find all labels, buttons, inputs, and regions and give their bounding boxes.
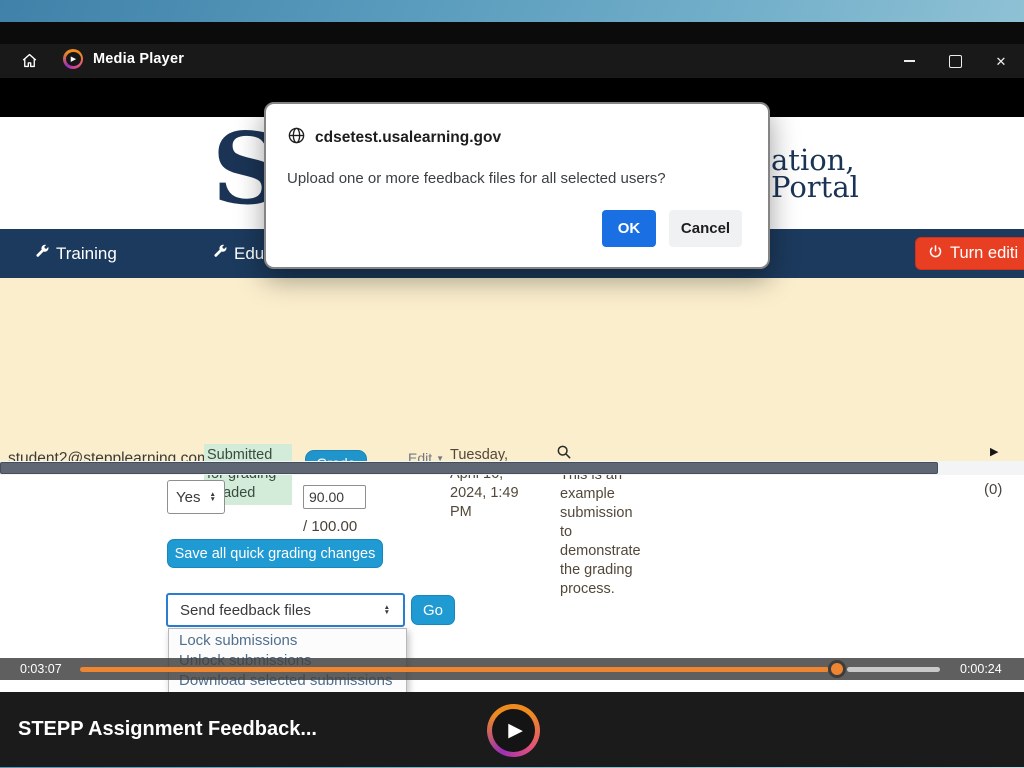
play-icon: ▶ — [492, 709, 535, 752]
desktop: S ation, Portal Training Edu — [0, 0, 1024, 768]
dialog-header: cdsetest.usalearning.gov — [287, 126, 501, 150]
media-player-logo-icon: ▶ — [63, 49, 83, 69]
submission-line: submission — [560, 504, 636, 523]
site-title: ation, Portal — [771, 147, 859, 201]
play-glyph: ▶ — [66, 52, 81, 66]
minimize-button[interactable] — [886, 44, 932, 78]
select-arrows-icon: ▲ ▼ — [384, 605, 390, 616]
elapsed-time: 0:03:07 — [20, 662, 62, 676]
turn-editing-label: Turn editi — [950, 244, 1018, 263]
arrow-down-icon: ▼ — [210, 497, 216, 503]
turn-editing-button[interactable]: Turn editi — [915, 237, 1024, 270]
submission-date: Tuesday, April 16, 2024, 1:49 PM — [450, 446, 520, 522]
submission-line: demonstrate — [560, 542, 636, 561]
nav-item-training[interactable]: Training — [34, 229, 117, 278]
ok-button[interactable]: OK — [602, 210, 656, 247]
bulk-action-select[interactable]: Send feedback files ▲ ▼ — [166, 593, 405, 627]
close-button[interactable]: ✕ — [978, 44, 1024, 78]
confirm-dialog: cdsetest.usalearning.gov Upload one or m… — [264, 102, 770, 269]
nav-item-label: Edu — [234, 244, 264, 264]
dialog-domain: cdsetest.usalearning.gov — [315, 129, 501, 147]
wrench-icon — [212, 243, 228, 264]
date-line: PM — [450, 503, 520, 522]
submission-line: the grading — [560, 561, 636, 580]
select-arrows-icon: ▲ ▼ — [210, 492, 216, 503]
power-icon — [928, 244, 943, 264]
expand-triangle-icon[interactable]: ▶ — [990, 444, 1024, 461]
maximize-icon — [949, 55, 962, 68]
horizontal-scrollbar[interactable] — [0, 461, 1024, 475]
date-line: 2024, 1:49 — [450, 484, 520, 503]
select-value: Send feedback files — [180, 602, 311, 619]
submission-line: example — [560, 485, 636, 504]
comments-count: (0) — [984, 481, 1002, 498]
nav-item-education[interactable]: Edu — [212, 229, 264, 278]
save-quick-grading-button[interactable]: Save all quick grading changes — [167, 539, 383, 568]
go-button[interactable]: Go — [411, 595, 455, 625]
scrollbar-thumb[interactable] — [0, 462, 938, 474]
arrow-down-icon: ▼ — [384, 610, 390, 616]
submission-text: This is an example submission to demonst… — [560, 466, 636, 599]
grade-input[interactable] — [303, 485, 366, 509]
dialog-message: Upload one or more feedback files for al… — [287, 170, 666, 187]
globe-icon — [287, 126, 306, 150]
grade-max: / 100.00 — [303, 518, 357, 535]
home-icon — [20, 51, 39, 73]
seek-progress[interactable] — [80, 667, 829, 672]
dropdown-option-lock[interactable]: Lock submissions — [169, 631, 406, 651]
window-title: Media Player — [93, 51, 184, 67]
notify-students-select[interactable]: Yes ▲ ▼ — [167, 480, 225, 514]
remaining-time: 0:00:24 — [960, 662, 1002, 676]
seek-track[interactable] — [847, 667, 940, 672]
close-icon: ✕ — [996, 55, 1007, 68]
grading-table-row: student2@stepplearning.com Submitted for… — [0, 278, 1024, 461]
maximize-button[interactable] — [932, 44, 978, 78]
seek-handle[interactable] — [828, 660, 846, 678]
home-button[interactable] — [10, 48, 48, 75]
submission-line: to — [560, 523, 636, 542]
minimize-icon — [904, 60, 915, 62]
seek-bar: 0:03:07 0:00:24 — [0, 658, 1024, 680]
submission-line: process. — [560, 580, 636, 599]
media-title: STEPP Assignment Feedback... — [18, 718, 317, 741]
cancel-button[interactable]: Cancel — [669, 210, 742, 247]
play-button[interactable]: ▶ — [487, 704, 540, 757]
wrench-icon — [34, 243, 50, 264]
window-controls: ✕ — [886, 44, 1024, 78]
select-value: Yes — [176, 489, 200, 506]
nav-item-label: Training — [56, 244, 117, 264]
site-title-line2: Portal — [771, 174, 859, 201]
